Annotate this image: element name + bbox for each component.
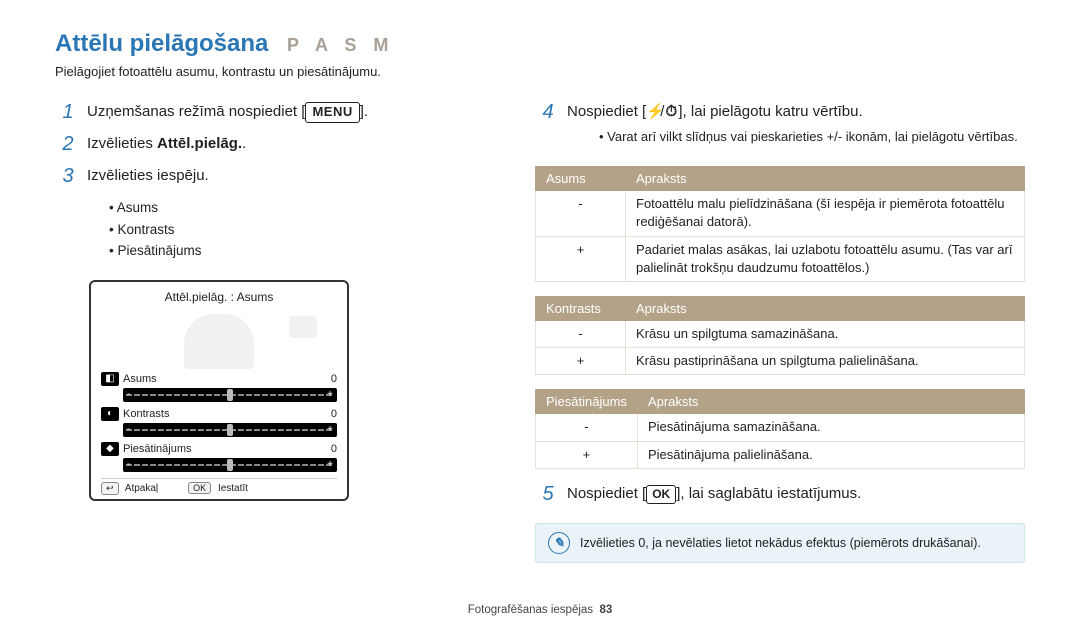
step4-text-post: ], lai pielāgotu katru vērtību. bbox=[678, 103, 862, 120]
th-param: Kontrasts bbox=[536, 297, 626, 321]
lcd-row-kontrasts: ◐ Kontrasts 0 bbox=[101, 406, 337, 422]
desc-cell: Piesātinājuma palielināšana. bbox=[637, 441, 1024, 468]
table-row: - Fotoattēlu malu pielīdzināšana (šī ies… bbox=[536, 191, 1025, 236]
table-row: - Krāsu un spilgtuma samazināšana. bbox=[536, 321, 1025, 348]
step5-text-pre: Nospiediet [ bbox=[567, 485, 646, 502]
info-note: ✎ Izvēlieties 0, ja nevēlaties lietot ne… bbox=[535, 523, 1025, 563]
th-param: Piesātinājums bbox=[536, 390, 638, 414]
lcd-footer: ↩ Atpakaļ OK Iestatīt bbox=[101, 478, 337, 495]
lcd-value: 0 bbox=[323, 408, 337, 420]
slider-asums[interactable]: -+ bbox=[123, 388, 337, 402]
lcd-silhouette bbox=[101, 314, 337, 369]
step-number: 1 bbox=[55, 101, 81, 123]
table-row: + Padariet malas asākas, lai uzlabotu fo… bbox=[536, 236, 1025, 281]
step4-sublist: Varat arī vilkt slīdņus vai pieskarietie… bbox=[599, 127, 1025, 147]
step4-sub-item: Varat arī vilkt slīdņus vai pieskarietie… bbox=[599, 127, 1025, 147]
step5-text-post: ], lai saglabātu iestatījumus. bbox=[676, 485, 861, 502]
ok-button-icon: OK bbox=[646, 485, 676, 504]
desc-cell: Krāsu pastiprināšana un spilgtuma paliel… bbox=[626, 348, 1025, 375]
camera-lcd-preview: Attēl.pielāg. : Asums ◧ Asums 0 -+ ◐ Kon… bbox=[89, 280, 349, 501]
step-number: 4 bbox=[535, 101, 561, 123]
step-5: 5 Nospiediet [OK], lai saglabātu iestatī… bbox=[535, 483, 1025, 505]
step2-text-pre: Izvēlieties bbox=[87, 135, 157, 152]
th-desc: Apraksts bbox=[626, 297, 1025, 321]
ok-button-icon[interactable]: OK bbox=[188, 482, 211, 494]
step-3: 3 Izvēlieties iespēju. bbox=[55, 165, 475, 187]
symbol-cell: + bbox=[536, 236, 626, 281]
th-desc: Apraksts bbox=[626, 167, 1025, 191]
step-number: 5 bbox=[535, 483, 561, 505]
page-footer: Fotografēšanas iespējas 83 bbox=[0, 604, 1080, 616]
option-item: Kontrasts bbox=[109, 219, 475, 241]
lcd-label: Piesātinājums bbox=[123, 443, 191, 455]
slider-piesatinajums[interactable]: -+ bbox=[123, 458, 337, 472]
lcd-label: Asums bbox=[123, 373, 157, 385]
title-main: Attēlu pielāgošana bbox=[55, 30, 268, 57]
table-kontrasts: Kontrasts Apraksts - Krāsu un spilgtuma … bbox=[535, 296, 1025, 375]
th-desc: Apraksts bbox=[637, 390, 1024, 414]
symbol-cell: - bbox=[536, 321, 626, 348]
table-row: - Piesātinājuma samazināšana. bbox=[536, 414, 1025, 441]
lcd-row-asums: ◧ Asums 0 bbox=[101, 371, 337, 387]
back-label: Atpakaļ bbox=[125, 483, 158, 494]
lcd-title: Attēl.pielāg. : Asums bbox=[101, 290, 337, 304]
back-button-icon[interactable]: ↩ bbox=[101, 482, 119, 495]
option-item: Asums bbox=[109, 197, 475, 219]
symbol-cell: - bbox=[536, 191, 626, 236]
footer-section: Fotografēšanas iespējas bbox=[468, 604, 593, 616]
lcd-row-piesatinajums: ◆ Piesātinājums 0 bbox=[101, 441, 337, 457]
ok-label: Iestatīt bbox=[218, 483, 248, 494]
lcd-value: 0 bbox=[323, 373, 337, 385]
lcd-label: Kontrasts bbox=[123, 408, 169, 420]
table-piesatinajums: Piesātinājums Apraksts - Piesātinājuma s… bbox=[535, 389, 1025, 468]
slider-kontrasts[interactable]: -+ bbox=[123, 423, 337, 437]
step-number: 2 bbox=[55, 133, 81, 155]
th-param: Asums bbox=[536, 167, 626, 191]
symbol-cell: + bbox=[536, 348, 626, 375]
step-1: 1 Uzņemšanas režīmā nospiediet [MENU]. bbox=[55, 101, 475, 123]
symbol-cell: - bbox=[536, 414, 638, 441]
step2-text-post: . bbox=[242, 135, 246, 152]
desc-cell: Piesātinājuma samazināšana. bbox=[637, 414, 1024, 441]
lcd-value: 0 bbox=[323, 443, 337, 455]
step-number: 3 bbox=[55, 165, 81, 187]
desc-cell: Fotoattēlu malu pielīdzināšana (šī iespē… bbox=[626, 191, 1025, 236]
step1-text-pre: Uzņemšanas režīmā nospiediet [ bbox=[87, 103, 305, 120]
step1-text-post: ]. bbox=[360, 103, 368, 120]
desc-cell: Krāsu un spilgtuma samazināšana. bbox=[626, 321, 1025, 348]
flash-icon: ⚡ bbox=[646, 101, 660, 123]
sharpness-icon: ◧ bbox=[101, 372, 119, 386]
right-column: 4 Nospiediet [⚡/⏱], lai pielāgotu katru … bbox=[535, 101, 1025, 563]
table-row: + Krāsu pastiprināšana un spilgtuma pali… bbox=[536, 348, 1025, 375]
step4-text-pre: Nospiediet [ bbox=[567, 103, 646, 120]
menu-button-icon: MENU bbox=[305, 102, 359, 123]
page-number: 83 bbox=[599, 604, 612, 616]
info-icon: ✎ bbox=[548, 532, 570, 554]
step-2: 2 Izvēlieties Attēl.pielāg.. bbox=[55, 133, 475, 155]
timer-icon: ⏱ bbox=[664, 101, 678, 123]
page-title: Attēlu pielāgošana P A S M bbox=[55, 30, 1025, 58]
table-asums: Asums Apraksts - Fotoattēlu malu pielīdz… bbox=[535, 166, 1025, 282]
contrast-icon: ◐ bbox=[101, 407, 119, 421]
left-column: 1 Uzņemšanas režīmā nospiediet [MENU]. 2… bbox=[55, 101, 475, 563]
symbol-cell: + bbox=[536, 441, 638, 468]
step-4: 4 Nospiediet [⚡/⏱], lai pielāgotu katru … bbox=[535, 101, 1025, 156]
step2-strong: Attēl.pielāg. bbox=[157, 135, 242, 152]
page-subtitle: Pielāgojiet fotoattēlu asumu, kontrastu … bbox=[55, 64, 1025, 79]
option-item: Piesātinājums bbox=[109, 240, 475, 262]
saturation-icon: ◆ bbox=[101, 442, 119, 456]
table-row: + Piesātinājuma palielināšana. bbox=[536, 441, 1025, 468]
step3-text: Izvēlieties iespēju. bbox=[87, 165, 475, 187]
desc-cell: Padariet malas asākas, lai uzlabotu foto… bbox=[626, 236, 1025, 281]
mode-indicator: P A S M bbox=[287, 35, 394, 55]
option-list: Asums Kontrasts Piesātinājums bbox=[109, 197, 475, 262]
note-text: Izvēlieties 0, ja nevēlaties lietot nekā… bbox=[580, 536, 981, 550]
